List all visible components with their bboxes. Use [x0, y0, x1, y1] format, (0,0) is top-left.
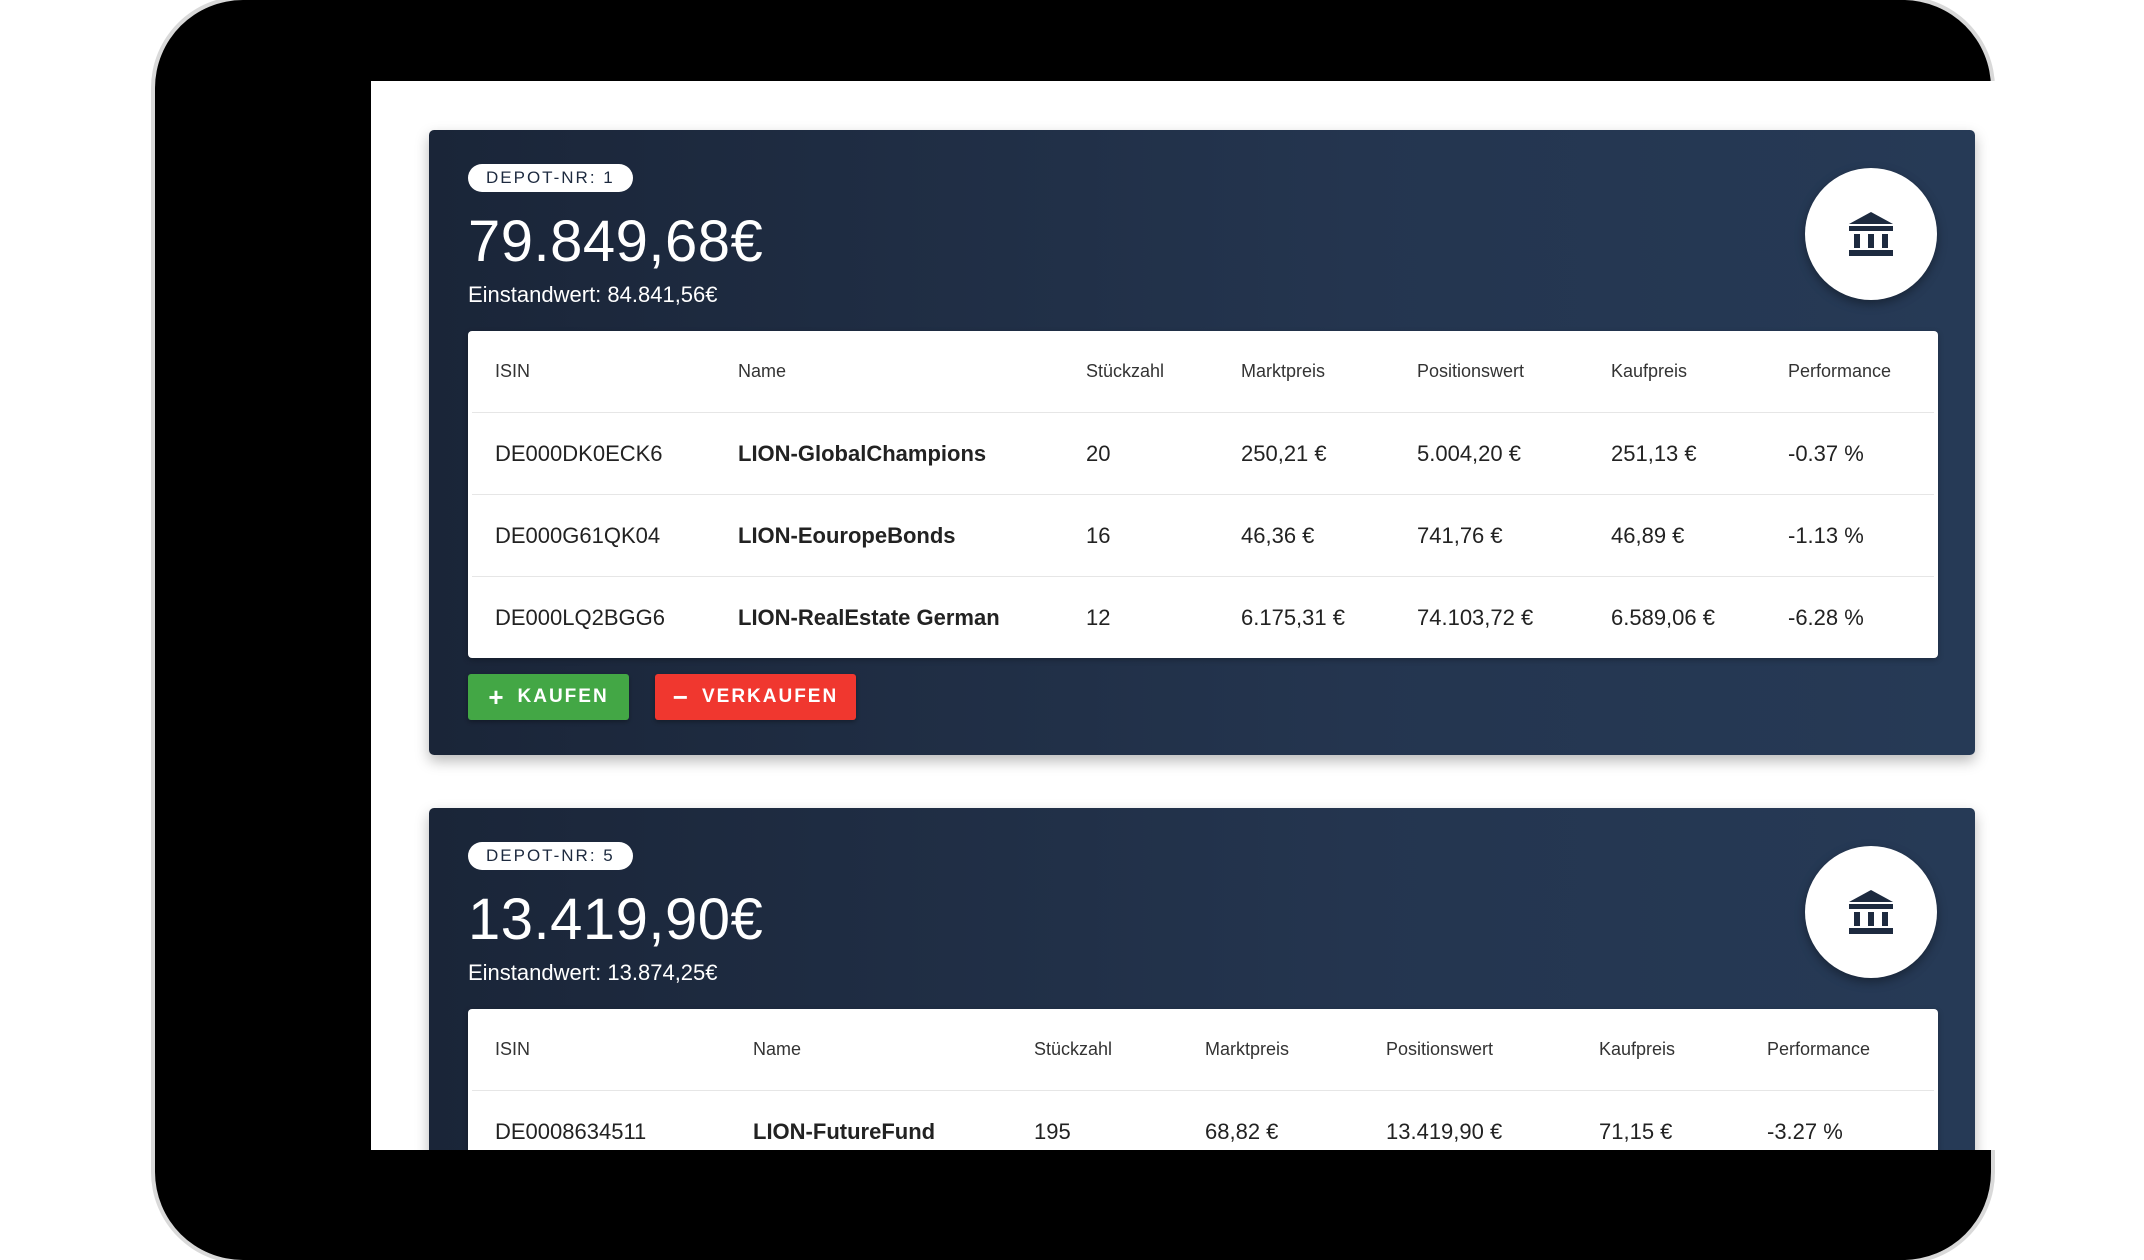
- depot-total-value: 13.419,90€: [468, 887, 764, 952]
- cell-purchase-price: 6.589,06 €: [1611, 605, 1715, 630]
- column-header-quantity: Stückzahl: [1034, 1039, 1113, 1059]
- depot-invested-value: Einstandwert: 13.874,25€: [468, 960, 718, 985]
- table-header-row: ISIN Name Stückzahl Marktpreis Positions…: [472, 1009, 1934, 1091]
- table-row[interactable]: DE000DK0ECK6 LION-GlobalChampions 20 250…: [472, 413, 1934, 495]
- column-header-quantity: Stückzahl: [1086, 361, 1165, 381]
- cell-performance: -6.28 %: [1788, 605, 1864, 630]
- cell-name: LION-GlobalChampions: [738, 441, 987, 466]
- column-header-market-price: Marktpreis: [1241, 361, 1326, 381]
- cell-performance: -3.27 %: [1767, 1119, 1843, 1144]
- cell-isin: DE000LQ2BGG6: [495, 605, 665, 630]
- depot-invested-value: Einstandwert: 84.841,56€: [468, 282, 718, 307]
- column-header-isin: ISIN: [495, 361, 531, 381]
- cell-quantity: 20: [1086, 441, 1111, 466]
- column-header-market-price: Marktpreis: [1205, 1039, 1290, 1059]
- cell-purchase-price: 251,13 €: [1611, 441, 1697, 466]
- sell-button-label: VERKAUFEN: [701, 686, 839, 707]
- cell-name: LION-FutureFund: [753, 1119, 936, 1144]
- sell-button[interactable]: − VERKAUFEN: [655, 674, 856, 720]
- buy-button-label: KAUFEN: [517, 686, 609, 707]
- depot-card-1: DEPOT-NR: 1 79.849,68€ Einstandwert: 84.…: [429, 130, 1975, 755]
- cell-quantity: 195: [1034, 1119, 1071, 1144]
- cell-quantity: 12: [1086, 605, 1111, 630]
- cell-performance: -1.13 %: [1788, 523, 1864, 548]
- cell-isin: DE0008634511: [495, 1119, 647, 1144]
- laptop-frame: DEPOT-NR: 1 79.849,68€ Einstandwert: 84.…: [155, 0, 2084, 1260]
- minus-icon: −: [672, 682, 688, 712]
- column-header-isin: ISIN: [495, 1039, 531, 1059]
- cell-position-value: 5.004,20 €: [1417, 441, 1521, 466]
- cell-purchase-price: 71,15 €: [1599, 1119, 1673, 1144]
- cell-position-value: 741,76 €: [1417, 523, 1503, 548]
- cell-name: LION-RealEstate German: [738, 605, 1000, 630]
- cell-market-price: 68,82 €: [1205, 1119, 1279, 1144]
- app-screen: DEPOT-NR: 1 79.849,68€ Einstandwert: 84.…: [371, 81, 2084, 1150]
- table-row[interactable]: DE000LQ2BGG6 LION-RealEstate German 12 6…: [472, 577, 1934, 658]
- bank-icon-circle: [1805, 846, 1937, 978]
- column-header-position-value: Positionswert: [1417, 361, 1525, 381]
- cell-name: LION-EouropeBonds: [738, 523, 956, 548]
- cell-position-value: 13.419,90 €: [1386, 1119, 1503, 1144]
- cell-market-price: 46,36 €: [1241, 523, 1315, 548]
- bank-icon: [1849, 890, 1893, 934]
- column-header-name: Name: [738, 361, 787, 381]
- cell-quantity: 16: [1086, 523, 1111, 548]
- bank-icon: [1849, 212, 1893, 256]
- cell-market-price: 6.175,31 €: [1241, 605, 1345, 630]
- cell-position-value: 74.103,72 €: [1417, 605, 1534, 630]
- cell-isin: DE000DK0ECK6: [495, 441, 663, 466]
- column-header-performance: Performance: [1767, 1039, 1871, 1059]
- depot-total-value: 79.849,68€: [468, 209, 764, 274]
- cell-isin: DE000G61QK04: [495, 523, 661, 548]
- depot-card-5: DEPOT-NR: 5 13.419,90€ Einstandwert: 13.…: [429, 808, 1975, 1150]
- cell-purchase-price: 46,89 €: [1611, 523, 1685, 548]
- depot-number-badge: DEPOT-NR: 1: [468, 164, 633, 192]
- bank-icon-circle: [1805, 168, 1937, 300]
- column-header-position-value: Positionswert: [1386, 1039, 1494, 1059]
- column-header-purchase-price: Kaufpreis: [1611, 361, 1688, 381]
- cell-market-price: 250,21 €: [1241, 441, 1327, 466]
- buy-button[interactable]: + KAUFEN: [468, 674, 629, 720]
- column-header-performance: Performance: [1788, 361, 1892, 381]
- table-header-row: ISIN Name Stückzahl Marktpreis Positions…: [472, 331, 1934, 413]
- table-row[interactable]: DE000G61QK04 LION-EouropeBonds 16 46,36 …: [472, 495, 1934, 577]
- cell-performance: -0.37 %: [1788, 441, 1864, 466]
- positions-table: ISIN Name Stückzahl Marktpreis Positions…: [468, 331, 1938, 658]
- plus-icon: +: [488, 682, 504, 712]
- column-header-name: Name: [753, 1039, 802, 1059]
- table-row[interactable]: DE0008634511 LION-FutureFund 195 68,82 €…: [472, 1091, 1934, 1150]
- column-header-purchase-price: Kaufpreis: [1599, 1039, 1676, 1059]
- positions-table: ISIN Name Stückzahl Marktpreis Positions…: [468, 1009, 1938, 1150]
- depot-number-badge: DEPOT-NR: 5: [468, 842, 633, 870]
